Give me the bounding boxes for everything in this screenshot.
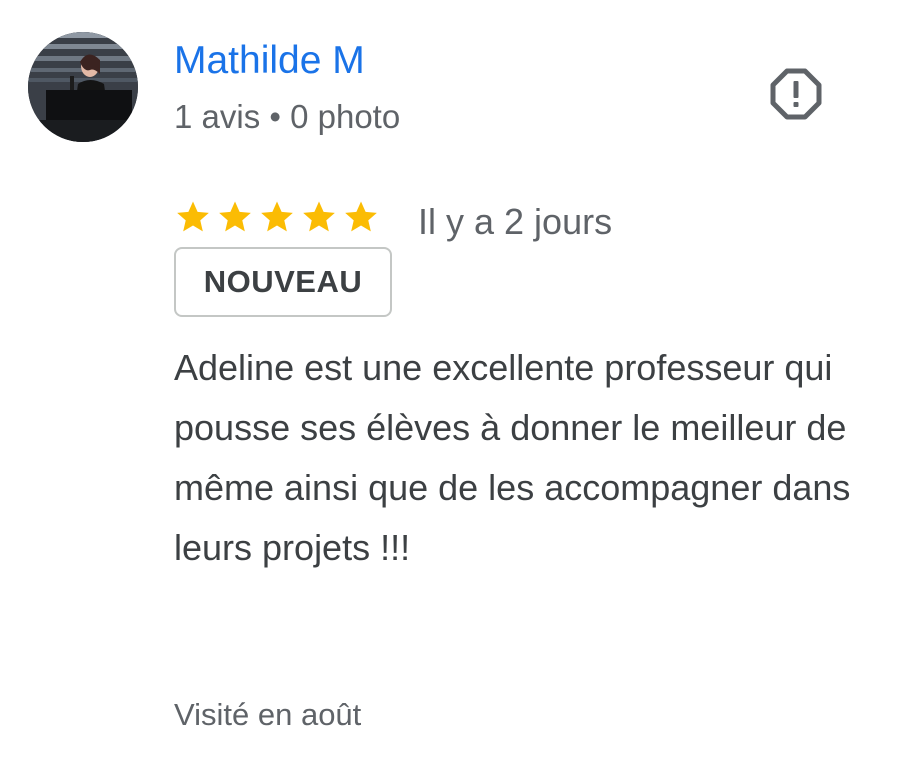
star-icon (258, 198, 296, 236)
star-icon (300, 198, 338, 236)
avatar[interactable] (28, 32, 138, 142)
visit-date: Visité en août (174, 697, 362, 732)
star-icon (174, 198, 212, 236)
author-name[interactable]: Mathilde M (174, 38, 365, 84)
new-badge: NOUVEAU (174, 247, 392, 317)
author-meta: 1 avis • 0 photo (174, 98, 401, 135)
report-icon[interactable] (768, 66, 824, 122)
review-text: Adeline est une excellente professeur qu… (174, 347, 851, 568)
star-icon (342, 198, 380, 236)
star-icon (216, 198, 254, 236)
review-date: Il y a 2 jours (418, 201, 613, 242)
star-rating (174, 198, 380, 238)
